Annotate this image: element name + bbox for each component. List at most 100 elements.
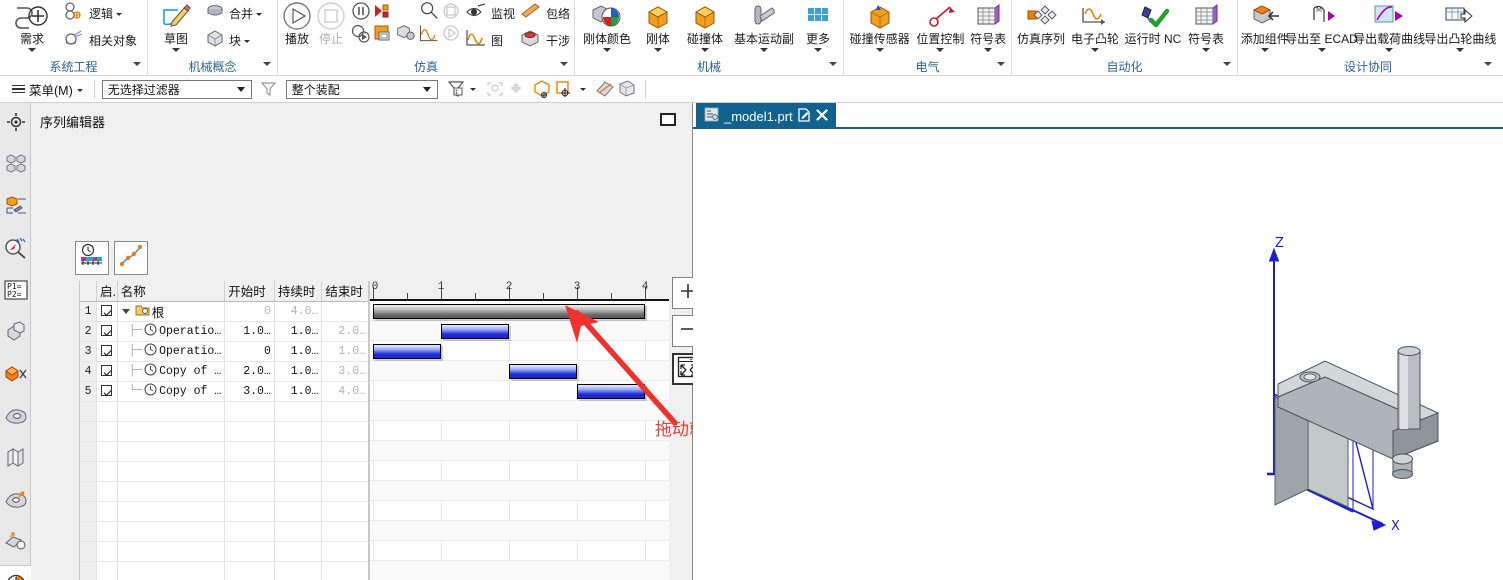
chevron-down-icon[interactable]: [244, 40, 251, 43]
ribbon-button-interference[interactable]: 干涉: [517, 27, 572, 54]
chevron-down-icon[interactable]: [133, 62, 141, 66]
row-name-cell[interactable]: ├─ Operatio…: [117, 341, 226, 362]
chevron-down-icon[interactable]: [236, 86, 245, 92]
row-name-cell[interactable]: 根: [117, 301, 226, 322]
chevron-down-icon[interactable]: [1091, 48, 1099, 52]
table-row[interactable]: 4 ├─ Copy of … 2.0… 1.0… 3.0…: [80, 361, 368, 382]
chevron-down-icon[interactable]: [28, 48, 36, 52]
chevron-down-icon[interactable]: [560, 62, 568, 66]
rail-item-expressions[interactable]: P1= P2=: [0, 271, 31, 313]
selection-filter-combo[interactable]: 无选择过滤器: [101, 79, 252, 99]
rail-item-sequence-editor[interactable]: [0, 565, 31, 580]
ribbon-button-rigid-body-color[interactable]: 刚体颜色: [577, 0, 637, 52]
rail-item-part-navigator[interactable]: [0, 187, 31, 229]
close-icon[interactable]: [816, 108, 828, 124]
ribbon-button-export-cam-curve[interactable]: 导出凸轮曲线: [1424, 0, 1496, 52]
gantt-bar-task[interactable]: [441, 324, 509, 339]
table-row-empty[interactable]: [80, 481, 368, 502]
inspect-icon[interactable]: [418, 0, 440, 22]
row-start[interactable]: 0: [224, 301, 275, 322]
col-enabled[interactable]: 启.: [96, 281, 118, 302]
rail-item-reuse-library[interactable]: [0, 229, 31, 271]
chevron-down-icon[interactable]: [172, 48, 180, 52]
table-row-empty[interactable]: [80, 401, 368, 422]
row-end[interactable]: 1.0…: [321, 341, 368, 362]
row-duration[interactable]: 1.0…: [274, 361, 323, 382]
row-end[interactable]: 2.0…: [321, 321, 368, 342]
ribbon-button-position-control[interactable]: 位置控制: [914, 0, 968, 52]
ribbon-button-export-load-curve[interactable]: 导出载荷曲线: [1353, 0, 1425, 52]
chevron-down-icon[interactable]: [121, 308, 130, 314]
record-keyframe-icon[interactable]: [372, 0, 394, 22]
document-tab[interactable]: _model1.prt: [696, 103, 836, 129]
stop-record-icon[interactable]: [440, 0, 462, 22]
chevron-down-icon[interactable]: [1202, 48, 1210, 52]
row-enabled-checkbox[interactable]: [96, 381, 118, 402]
pause-icon[interactable]: [350, 0, 372, 22]
row-name-cell[interactable]: ├─ Operatio…: [117, 321, 226, 342]
rail-item-sensor-navigator[interactable]: [0, 523, 31, 565]
chevron-down-icon[interactable]: [875, 48, 884, 52]
rail-item-book-library[interactable]: [0, 439, 31, 481]
ribbon-button-block[interactable]: 块: [202, 27, 264, 54]
filter-settings-icon[interactable]: [446, 78, 468, 100]
run-icon[interactable]: [440, 22, 462, 44]
ribbon-button-add-component[interactable]: 添加组件: [1240, 0, 1290, 52]
chevron-down-icon[interactable]: [760, 48, 768, 52]
ribbon-button-collision-body[interactable]: 碰撞体: [679, 0, 731, 52]
row-enabled-checkbox[interactable]: [96, 361, 118, 382]
ribbon-button-simulation-sequence[interactable]: 仿真序列: [1014, 0, 1068, 46]
row-name-cell[interactable]: └─ Copy of …: [117, 381, 226, 402]
select-point-icon[interactable]: [506, 78, 528, 100]
sequence-table[interactable]: 启. 名称 开始时 持续时 结束时 1 根 0 4.0… 2 ├─ Operat…: [79, 281, 369, 580]
col-name[interactable]: 名称: [117, 281, 226, 302]
ribbon-button-envelope[interactable]: 包络: [517, 0, 572, 27]
ribbon-button-symbol-table-electrical[interactable]: 符号表: [967, 0, 1009, 52]
chevron-down-icon[interactable]: [1484, 62, 1492, 66]
scope-combo[interactable]: 整个装配: [285, 79, 438, 99]
ribbon-button-graph[interactable]: 图: [462, 27, 517, 54]
chevron-down-icon[interactable]: [469, 87, 476, 91]
col-duration[interactable]: 持续时: [274, 281, 323, 302]
rail-item-assembly-navigator[interactable]: [0, 145, 31, 187]
row-start[interactable]: 2.0…: [224, 361, 275, 382]
shaded-view-icon[interactable]: [594, 78, 616, 100]
ribbon-button-collision-sensor[interactable]: 碰撞传感器: [846, 0, 914, 52]
ribbon-button-logic[interactable]: 逻辑: [62, 0, 139, 27]
ribbon-button-play[interactable]: 播放: [280, 0, 314, 46]
gantt-bar-task[interactable]: [373, 344, 441, 359]
select-face-icon[interactable]: [484, 78, 506, 100]
chevron-down-icon[interactable]: [1385, 48, 1394, 52]
ribbon-button-rigid-body[interactable]: 刚体: [637, 0, 679, 52]
chevron-down-icon[interactable]: [829, 62, 837, 66]
row-start[interactable]: 0: [224, 341, 275, 362]
screenshot-icon[interactable]: [394, 22, 416, 44]
snap-point-orange-icon[interactable]: [532, 78, 554, 100]
row-duration[interactable]: 1.0…: [274, 321, 323, 342]
ribbon-button-export-ecad[interactable]: M 导出至 ECAD: [1285, 0, 1358, 52]
maximize-icon[interactable]: [660, 113, 676, 126]
ribbon-button-monitor[interactable]: 监视: [462, 0, 517, 27]
table-row[interactable]: 2 ├─ Operatio… 1.0… 1.0… 2.0…: [80, 321, 368, 342]
curve-editor-button[interactable]: [114, 241, 148, 275]
rail-item-physics-navigator[interactable]: [0, 397, 31, 439]
chevron-down-icon[interactable]: [76, 88, 83, 92]
gantt-time-ruler[interactable]: 0 1 2 3 4: [370, 281, 669, 301]
table-row-empty[interactable]: [80, 461, 368, 482]
chevron-down-icon[interactable]: [603, 48, 611, 52]
table-row-empty[interactable]: [80, 501, 368, 522]
graph-curve-icon[interactable]: [418, 22, 440, 44]
chevron-down-icon[interactable]: [1456, 48, 1465, 52]
ribbon-button-runtime-nc[interactable]: 运行时 NC: [1122, 0, 1184, 46]
table-row-empty[interactable]: [80, 521, 368, 542]
play-step-icon[interactable]: [350, 22, 372, 44]
ribbon-button-symbol-table-automation[interactable]: 符号表: [1184, 0, 1228, 52]
rail-item-mechanical-navigator[interactable]: [0, 313, 31, 355]
table-row[interactable]: 3 ├─ Operatio… 0 1.0… 1.0…: [80, 341, 368, 362]
row-start[interactable]: 1.0…: [224, 321, 275, 342]
ribbon-button-requirement[interactable]: 需求: [2, 0, 62, 52]
ribbon-button-electronic-cam[interactable]: 电子凸轮: [1068, 0, 1122, 52]
row-end[interactable]: 3.0…: [321, 361, 368, 382]
table-row-empty[interactable]: [80, 541, 368, 562]
ribbon-button-basic-joint[interactable]: 基本运动副: [731, 0, 797, 52]
